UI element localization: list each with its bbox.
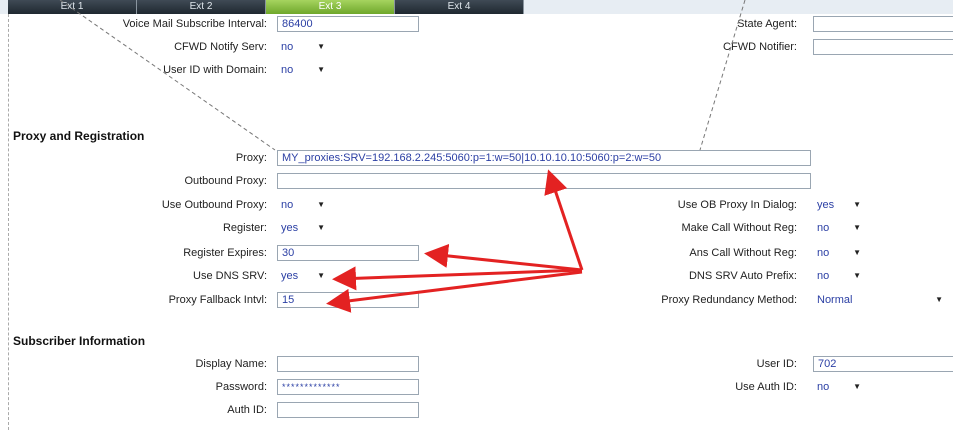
annotation-overlay [59, 0, 746, 313]
arrow-to-proxy [544, 169, 584, 271]
callout-line-right [699, 0, 746, 151]
arrow-to-register-expires [424, 243, 583, 272]
callout-line-left [59, 0, 276, 151]
